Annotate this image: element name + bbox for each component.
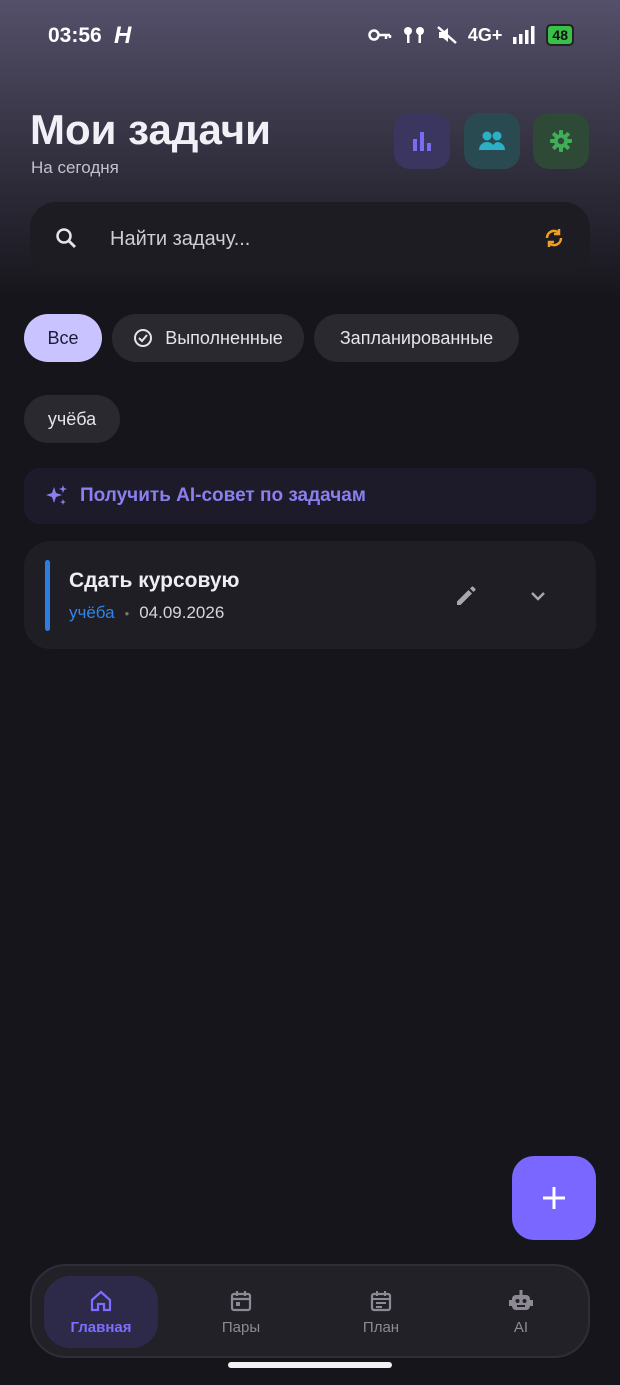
page-title: Мои задачи <box>30 106 271 153</box>
robot-icon <box>509 1289 533 1310</box>
nav-item-plan[interactable]: План <box>324 1276 438 1348</box>
sync-icon[interactable] <box>542 226 566 250</box>
bar-chart-icon <box>413 132 431 151</box>
group-icon <box>479 131 505 150</box>
nav-ai-label: AI <box>513 1318 529 1336</box>
home-indicator[interactable] <box>228 1362 392 1368</box>
filter-chip-planned[interactable]: Запланированные <box>314 314 519 362</box>
search-input[interactable] <box>108 220 512 258</box>
add-task-button[interactable] <box>512 1156 596 1240</box>
nav-item-ai[interactable]: AI <box>464 1276 578 1348</box>
app-logo-icon: H <box>114 22 132 49</box>
chevron-down-icon[interactable] <box>528 586 548 606</box>
filter-chip-completed[interactable]: Выполненные <box>112 314 304 362</box>
nav-plan-label: План <box>362 1318 400 1336</box>
network-type: 4G+ <box>467 24 503 45</box>
sparkle-icon <box>46 485 67 505</box>
status-time: 03:56 <box>48 24 102 47</box>
task-meta: учёба • 04.09.2026 <box>69 603 224 623</box>
task-tag: учёба <box>69 603 115 622</box>
status-icons: 4G+ 48 <box>368 24 574 46</box>
gear-icon <box>550 130 572 152</box>
page-subtitle: На сегодня <box>31 158 119 177</box>
calendar-list-icon <box>370 1290 392 1311</box>
status-bar: 03:56 H 4G+ 48 <box>0 22 620 52</box>
ai-advice-button[interactable]: Получить AI-совет по задачам <box>24 468 596 524</box>
signal-icon <box>513 26 535 44</box>
task-card[interactable]: Сдать курсовую учёба • 04.09.2026 <box>24 541 596 649</box>
search-icon <box>56 228 76 248</box>
filter-chip-completed-label: Выполненные <box>165 327 283 348</box>
filter-chip-planned-label: Запланированные <box>339 327 494 348</box>
nav-item-home[interactable]: Главная <box>44 1276 158 1348</box>
filter-chip-study[interactable]: учёба <box>24 395 120 443</box>
nav-pairs-label: Пары <box>221 1318 261 1336</box>
earbuds-icon <box>403 27 424 43</box>
check-circle-icon <box>134 329 153 347</box>
mute-icon <box>437 26 457 44</box>
task-title: Сдать курсовую <box>69 569 240 592</box>
filter-chip-all[interactable]: Все <box>24 314 102 362</box>
home-icon <box>90 1290 112 1311</box>
key-icon <box>368 29 392 41</box>
nav-item-pairs[interactable]: Пары <box>184 1276 298 1348</box>
edit-icon[interactable] <box>454 584 478 608</box>
filter-chip-study-label: учёба <box>47 408 97 429</box>
battery-indicator: 48 <box>546 24 574 46</box>
settings-button[interactable] <box>533 113 589 169</box>
search-bar[interactable] <box>30 202 590 274</box>
task-category-bar <box>45 560 50 631</box>
task-date: 04.09.2026 <box>139 603 225 622</box>
separator-dot: • <box>124 605 130 621</box>
filter-chip-all-label: Все <box>47 327 79 348</box>
groups-button[interactable] <box>464 113 520 169</box>
plus-icon <box>543 1187 565 1209</box>
calendar-icon <box>230 1290 252 1311</box>
bottom-navigation: Главная Пары План AI <box>30 1264 590 1358</box>
stats-button[interactable] <box>394 113 450 169</box>
nav-home-label: Главная <box>70 1318 132 1336</box>
ai-advice-label: Получить AI-совет по задачам <box>80 485 366 506</box>
